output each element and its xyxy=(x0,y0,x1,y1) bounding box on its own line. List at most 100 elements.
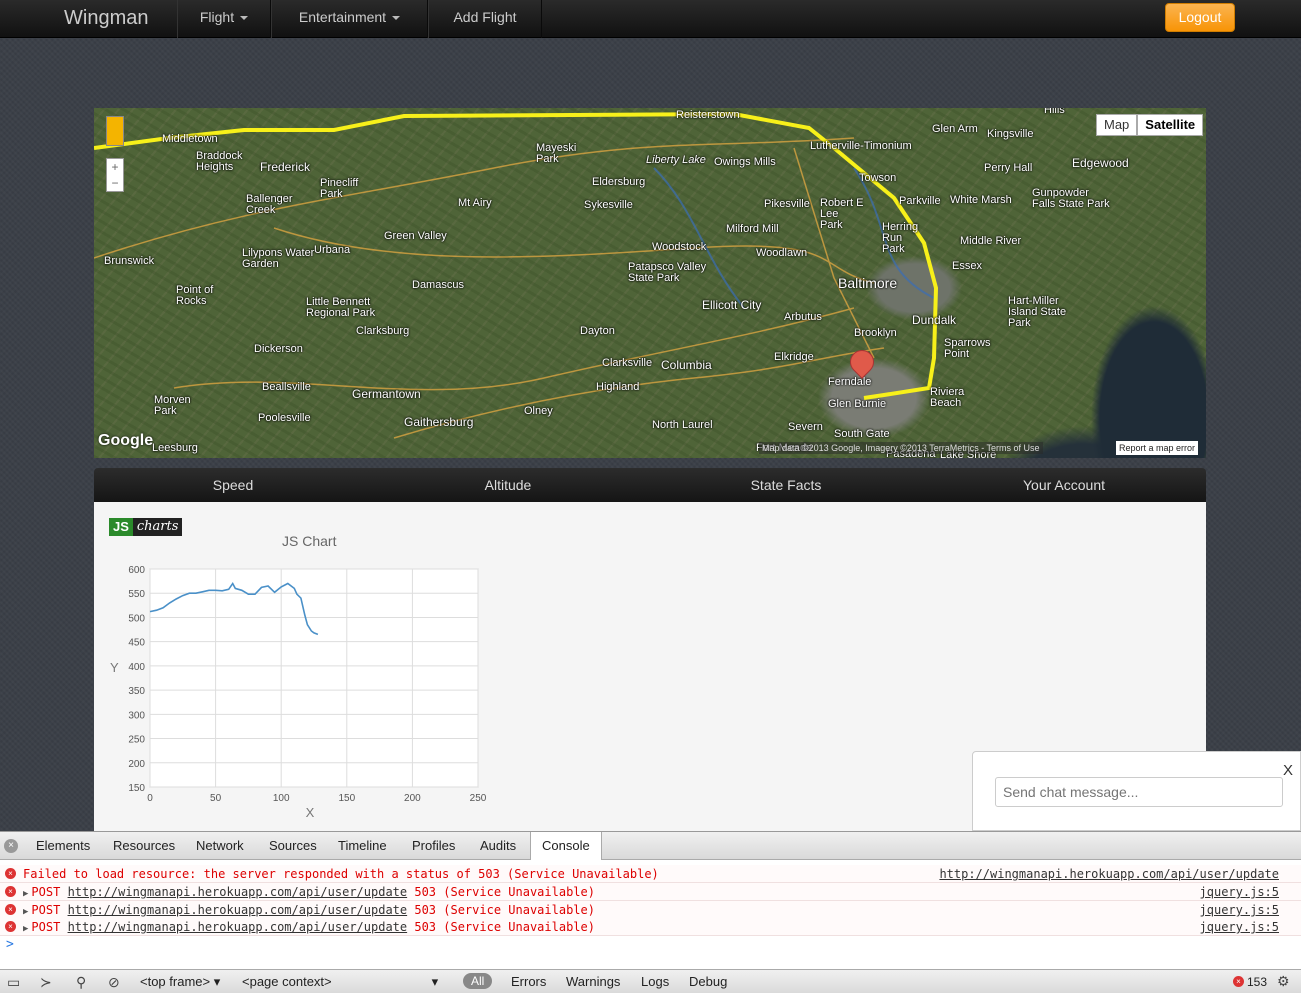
y-tick-label: 350 xyxy=(128,686,145,697)
frame-selector[interactable]: <top frame> ▾ xyxy=(140,974,220,990)
brand-logo[interactable]: Wingman xyxy=(64,7,148,30)
console-error-line[interactable]: × ▶ POST http://wingmanapi.herokuapp.com/… xyxy=(0,918,1301,936)
report-map-error-link[interactable]: Report a map error xyxy=(1116,441,1199,455)
filter-warnings[interactable]: Warnings xyxy=(566,974,620,989)
console-prompt[interactable]: > xyxy=(6,937,14,952)
jscharts-logo-js: JS xyxy=(109,518,133,536)
zoom-control[interactable]: + − xyxy=(106,158,124,192)
filter-debug[interactable]: Debug xyxy=(689,974,727,989)
http-status: 503 (Service Unavailable) xyxy=(414,885,595,899)
chat-message-input[interactable] xyxy=(995,777,1283,807)
nav-flight-dropdown[interactable]: Flight xyxy=(177,0,271,38)
map-label: Elkridge xyxy=(774,351,814,363)
expand-triangle-icon[interactable]: ▶ xyxy=(23,907,28,917)
chat-close-button[interactable]: X xyxy=(1283,762,1293,779)
y-tick-label: 150 xyxy=(128,783,145,794)
map-type-control: Map Satellite xyxy=(1096,114,1204,136)
map-label: Ellicott City xyxy=(702,298,762,312)
map-label: Highland xyxy=(596,381,640,393)
expand-triangle-icon[interactable]: ▶ xyxy=(23,889,28,899)
console-source-link[interactable]: jquery.js:5 xyxy=(1200,883,1279,901)
map-label: Ferndale xyxy=(828,376,872,388)
devtools-tab-console[interactable]: Console xyxy=(530,832,602,860)
map-label: Morven Park xyxy=(154,394,191,417)
search-icon[interactable]: ⚲ xyxy=(76,974,86,991)
devtools-close-icon[interactable]: × xyxy=(4,839,18,853)
http-method: POST xyxy=(31,920,61,934)
settings-gear-icon[interactable]: ⚙ xyxy=(1277,973,1290,990)
logout-button[interactable]: Logout xyxy=(1165,3,1235,32)
error-count[interactable]: 153 xyxy=(1247,975,1267,989)
http-method: POST xyxy=(31,885,61,899)
map-label: Brooklyn xyxy=(854,327,897,339)
map-label: Hart-Miller Island State Park xyxy=(1008,295,1067,329)
tab-altitude[interactable]: Altitude xyxy=(369,468,647,502)
x-tick-label: 0 xyxy=(147,793,153,804)
nav-add-flight[interactable]: Add Flight xyxy=(428,0,542,38)
map-type-map-button[interactable]: Map xyxy=(1096,114,1138,136)
console-source-link[interactable]: jquery.js:5 xyxy=(1200,901,1279,919)
request-url-link[interactable]: http://wingmanapi.herokuapp.com/api/user… xyxy=(68,903,408,917)
chevron-down-icon xyxy=(240,16,249,21)
x-tick-label: 250 xyxy=(470,793,487,804)
console-source-link[interactable]: http://wingmanapi.herokuapp.com/api/user… xyxy=(939,865,1279,883)
y-tick-label: 400 xyxy=(128,662,145,673)
top-navbar: Wingman Flight Entertainment Add Flight … xyxy=(0,0,1301,38)
map-label: Riviera Beach xyxy=(930,386,965,409)
devtools-status-bar: ▭ ≻ ⚲ ⊘ <top frame> ▾ <page context> ▾ Al… xyxy=(0,969,1301,993)
console-source-link[interactable]: jquery.js:5 xyxy=(1200,918,1279,936)
http-method: POST xyxy=(31,903,61,917)
console-error-line: × Failed to load resource: the server re… xyxy=(0,865,1301,883)
devtools-tab-timeline[interactable]: Timeline xyxy=(338,832,387,860)
request-url-link[interactable]: http://wingmanapi.herokuapp.com/api/user… xyxy=(68,885,408,899)
flight-map[interactable]: Hills Reisterstown Glen Arm Kingsville M… xyxy=(94,108,1206,458)
map-label: Urbana xyxy=(314,244,351,256)
map-label: South Gate xyxy=(834,428,890,440)
http-status: 503 (Service Unavailable) xyxy=(414,903,595,917)
console-message: ▶ POST http://wingmanapi.herokuapp.com/ap… xyxy=(23,918,595,938)
street-view-pegman-icon[interactable] xyxy=(106,116,124,146)
devtools-tab-profiles[interactable]: Profiles xyxy=(412,832,455,860)
map-label: Owings Mills xyxy=(714,156,776,168)
filter-logs[interactable]: Logs xyxy=(641,974,669,989)
nav-entertainment-dropdown[interactable]: Entertainment xyxy=(271,0,428,38)
chat-popup: X xyxy=(972,751,1301,831)
google-logo: Google xyxy=(98,432,154,449)
console-error-line[interactable]: × ▶ POST http://wingmanapi.herokuapp.com/… xyxy=(0,883,1301,901)
expand-triangle-icon[interactable]: ▶ xyxy=(23,924,28,934)
map-label: Sparrows Point xyxy=(944,337,991,360)
devtools-tab-sources[interactable]: Sources xyxy=(269,832,317,860)
map-label: Reisterstown xyxy=(676,109,740,121)
map-label: Eldersburg xyxy=(592,176,646,188)
devtools-tab-audits[interactable]: Audits xyxy=(480,832,516,860)
context-selector-label: <page context> xyxy=(242,974,332,989)
map-label: Damascus xyxy=(412,279,464,291)
dock-icon[interactable]: ▭ xyxy=(7,974,20,991)
filter-errors[interactable]: Errors xyxy=(511,974,546,989)
console-error-line[interactable]: × ▶ POST http://wingmanapi.herokuapp.com/… xyxy=(0,901,1301,919)
filter-all[interactable]: All xyxy=(463,973,493,989)
devtools-tab-elements[interactable]: Elements xyxy=(36,832,90,860)
map-attribution[interactable]: Map data ©2013 Google, Imagery ©2013 Ter… xyxy=(759,442,1043,454)
context-selector[interactable]: <page context> ▾ xyxy=(242,974,438,990)
error-icon: × xyxy=(5,904,16,915)
map-label: Arbutus xyxy=(784,311,822,323)
map-type-satellite-button[interactable]: Satellite xyxy=(1137,114,1204,136)
clear-console-icon[interactable]: ⊘ xyxy=(108,974,120,991)
devtools-tab-network[interactable]: Network xyxy=(196,832,244,860)
map-label: Clarksville xyxy=(602,357,653,369)
map-label: Ballenger Creek xyxy=(246,193,293,216)
zoom-in-button[interactable]: + xyxy=(107,159,123,175)
tab-state-facts[interactable]: State Facts xyxy=(647,468,925,502)
tab-your-account[interactable]: Your Account xyxy=(925,468,1203,502)
zoom-out-button[interactable]: − xyxy=(107,175,123,191)
console-drawer-icon[interactable]: ≻ xyxy=(40,974,52,991)
devtools-tab-resources[interactable]: Resources xyxy=(113,832,175,860)
map-label: Dundalk xyxy=(912,313,957,327)
tab-speed[interactable]: Speed xyxy=(94,468,372,502)
y-tick-label: 550 xyxy=(128,589,145,600)
map-label: Green Valley xyxy=(384,230,447,242)
map-label: Columbia xyxy=(661,358,712,372)
request-url-link[interactable]: http://wingmanapi.herokuapp.com/api/user… xyxy=(68,920,408,934)
map-label: Herring Run Park xyxy=(882,221,919,255)
